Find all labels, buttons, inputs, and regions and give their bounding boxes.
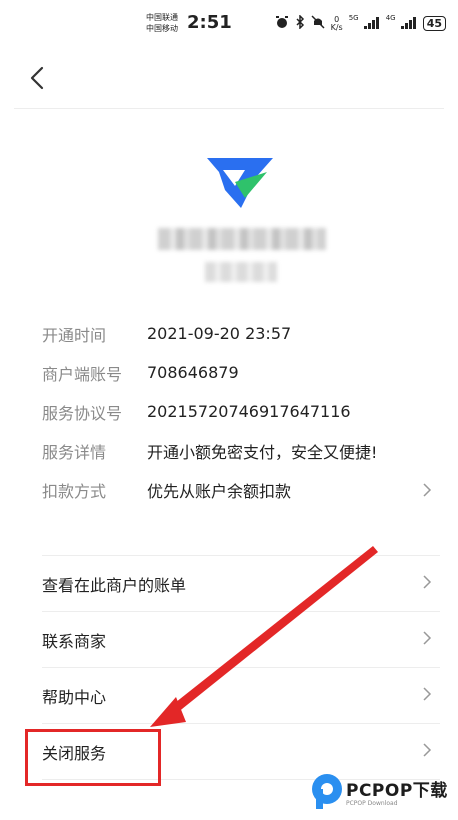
status-icons: 0 K/s 5G 4G 45	[275, 14, 446, 33]
bluetooth-icon	[295, 14, 305, 33]
service-info: 开通时间 2021-09-20 23:57 商户端账号 708646879 服务…	[42, 314, 442, 509]
back-button[interactable]	[24, 62, 52, 94]
signal-5g-label: 5G	[348, 14, 359, 22]
info-label: 扣款方式	[42, 481, 107, 501]
info-value: 优先从账户余额扣款	[147, 481, 292, 501]
info-row-merchant-account: 商户端账号 708646879	[42, 353, 442, 392]
nav-divider	[14, 108, 444, 109]
contact-merchant-item[interactable]: 联系商家	[42, 612, 440, 668]
status-time: 2:51	[187, 12, 232, 33]
signal-bars-icon	[363, 17, 379, 29]
carrier-1: 中国联通	[146, 13, 178, 22]
view-bills-item[interactable]: 查看在此商户的账单	[42, 556, 440, 612]
action-label: 联系商家	[42, 631, 107, 651]
battery-level: 45	[422, 16, 446, 31]
info-value: 2021-09-20 23:57	[147, 324, 292, 343]
signal-bars-icon	[400, 17, 416, 29]
info-label: 开通时间	[42, 325, 107, 345]
chevron-right-icon	[423, 575, 432, 589]
info-value: 20215720746917647116	[147, 402, 351, 421]
annotation-highlight-box	[25, 729, 161, 786]
action-label: 查看在此商户的账单	[42, 575, 187, 595]
info-value: 708646879	[147, 363, 239, 382]
watermark-brand: PCPOP下载	[346, 781, 448, 801]
pcpop-logo-icon	[312, 774, 342, 809]
info-row-payment-method[interactable]: 扣款方式 优先从账户余额扣款	[42, 470, 442, 509]
merchant-name-blurred	[158, 228, 326, 250]
merchant-logo-icon	[205, 152, 275, 212]
info-row-agreement-number: 服务协议号 20215720746917647116	[42, 392, 442, 431]
info-row-service-details: 服务详情 开通小额免密支付，安全又便捷!	[42, 431, 442, 470]
action-label: 帮助中心	[42, 687, 107, 707]
status-bar: 中国联通 中国移动 2:51 0 K/s 5G 4G 45	[0, 0, 458, 46]
watermark-sub: PCPOP Download	[346, 800, 398, 807]
chevron-right-icon	[423, 743, 432, 757]
info-label: 服务协议号	[42, 403, 123, 423]
net-speed: 0 K/s	[330, 15, 343, 32]
alarm-icon	[275, 14, 289, 33]
merchant-subtitle-blurred	[205, 262, 277, 282]
signal-4g-label: 4G	[385, 14, 396, 22]
help-center-item[interactable]: 帮助中心	[42, 668, 440, 724]
carrier-2: 中国移动	[146, 24, 178, 33]
chevron-right-icon	[423, 483, 432, 497]
carrier-names: 中国联通 中国移动	[146, 12, 178, 34]
net-speed-unit: K/s	[330, 22, 343, 32]
info-value: 开通小额免密支付，安全又便捷!	[147, 442, 378, 462]
chevron-right-icon	[423, 631, 432, 645]
info-label: 商户端账号	[42, 364, 123, 384]
signal-5g: 5G	[349, 14, 380, 33]
info-label: 服务详情	[42, 442, 107, 462]
chevron-left-icon	[30, 66, 44, 90]
nav-bar	[0, 46, 458, 110]
info-row-open-time: 开通时间 2021-09-20 23:57	[42, 314, 442, 353]
chevron-right-icon	[423, 687, 432, 701]
watermark: PCPOP下载 PCPOP Download	[310, 770, 458, 816]
mute-icon	[311, 14, 325, 33]
signal-4g: 4G	[386, 14, 417, 33]
